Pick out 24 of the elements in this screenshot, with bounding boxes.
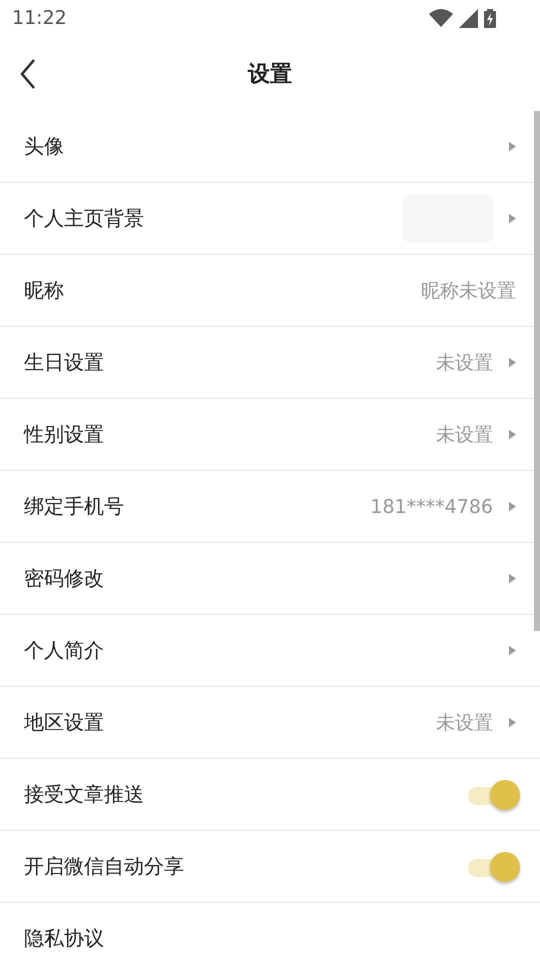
row-value: 昵称未设置 xyxy=(421,278,516,304)
setting-label[interactable]: 昵称 xyxy=(24,277,411,304)
signal-icon xyxy=(459,8,478,28)
row-value: 未设置 xyxy=(436,422,493,448)
setting-label[interactable]: 性别设置 xyxy=(24,421,426,448)
setting-label[interactable]: 生日设置 xyxy=(24,349,426,376)
setting-label[interactable]: 地区设置 xyxy=(24,709,426,736)
row-value: 未设置 xyxy=(436,710,493,736)
setting-label[interactable]: 开启微信自动分享 xyxy=(24,853,458,880)
toggle-switch[interactable] xyxy=(468,780,520,810)
toggle-switch[interactable] xyxy=(468,852,520,882)
row-value: 未设置 xyxy=(436,350,493,376)
setting-label[interactable]: 头像 xyxy=(24,133,493,160)
setting-label[interactable]: 接受文章推送 xyxy=(24,781,458,808)
setting-label[interactable]: 隐私协议 xyxy=(24,925,516,952)
setting-label[interactable]: 绑定手机号 xyxy=(24,493,360,520)
page-title: 设置 xyxy=(248,60,292,88)
battery-icon xyxy=(484,8,496,28)
row-value: 181****4786 xyxy=(370,496,493,518)
status-time: 11:22 xyxy=(12,7,67,29)
wifi-icon xyxy=(429,9,453,27)
setting-label[interactable]: 个人主页背景 xyxy=(24,205,393,232)
setting-label[interactable]: 密码修改 xyxy=(24,565,493,592)
setting-label[interactable]: 个人简介 xyxy=(24,637,493,664)
